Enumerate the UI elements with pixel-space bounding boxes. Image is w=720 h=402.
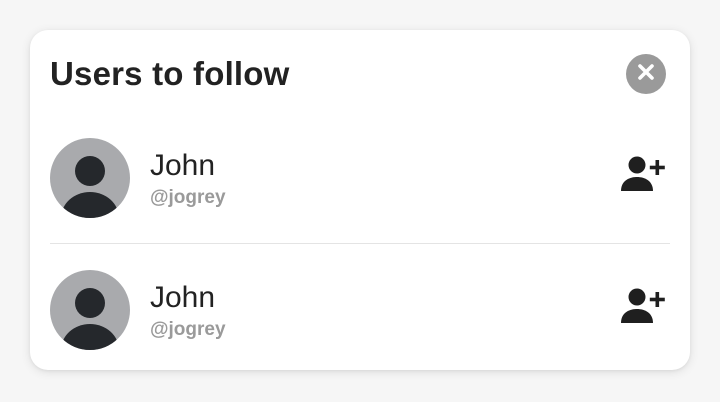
close-button[interactable] [626, 54, 666, 94]
user-list-item: John @jogrey [30, 268, 690, 358]
divider [50, 243, 670, 244]
default-avatar-icon [61, 156, 119, 218]
default-avatar-icon [61, 288, 119, 350]
user-handle: @jogrey [150, 319, 226, 340]
user-list-item: John @jogrey [30, 136, 690, 226]
close-icon [636, 62, 656, 87]
avatar[interactable] [50, 138, 130, 218]
follow-button[interactable] [620, 156, 668, 196]
follow-button[interactable] [620, 288, 668, 328]
person-add-icon [621, 155, 667, 198]
user-handle: @jogrey [150, 187, 226, 208]
panel-title: Users to follow [50, 55, 290, 92]
user-name[interactable]: John [150, 148, 215, 184]
avatar[interactable] [50, 270, 130, 350]
users-to-follow-card: Users to follow John @jogrey John @jogre… [30, 30, 690, 370]
person-add-icon [621, 287, 667, 330]
user-name[interactable]: John [150, 280, 215, 316]
